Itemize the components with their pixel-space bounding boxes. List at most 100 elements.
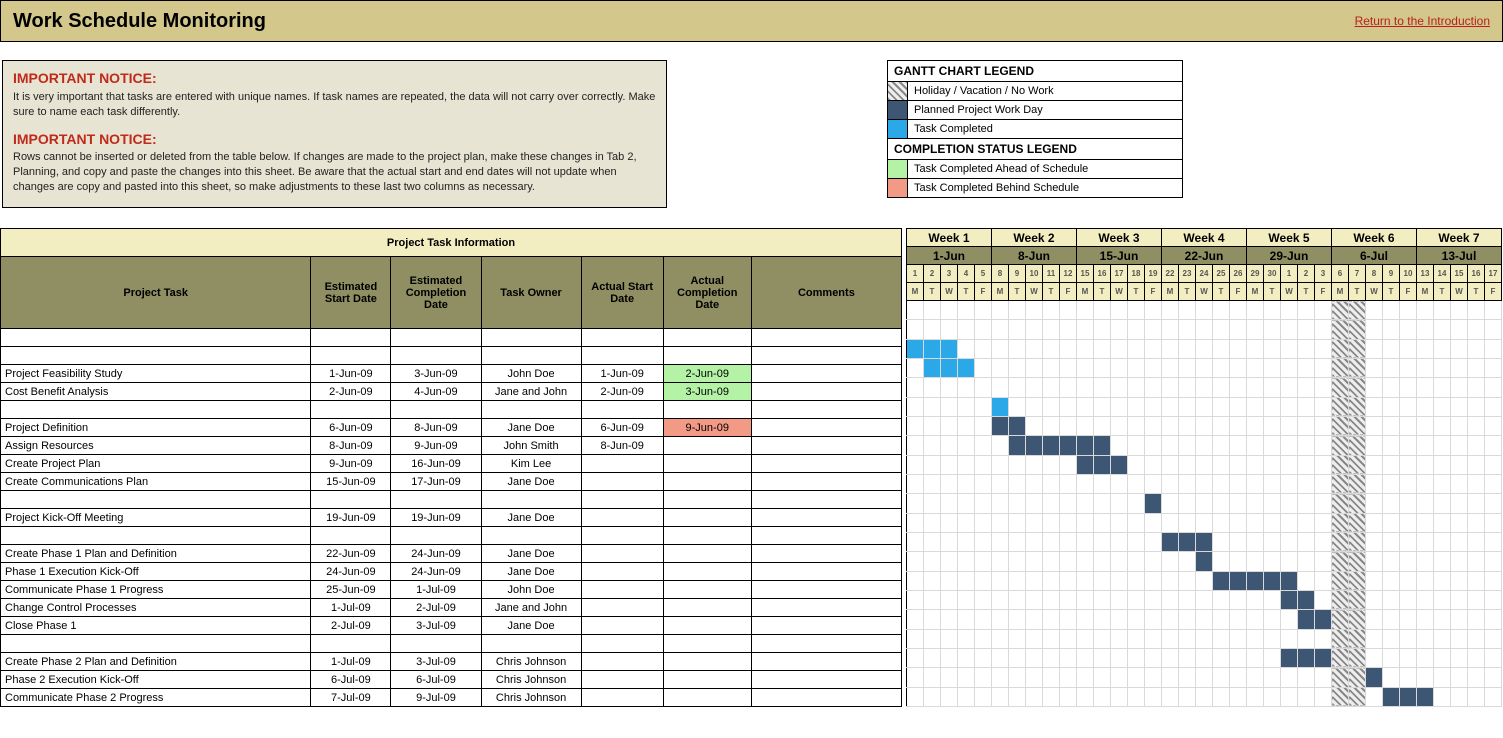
task-cell[interactable]: 2-Jul-09: [311, 617, 391, 635]
task-cell[interactable]: 6-Jun-09: [311, 419, 391, 437]
task-cell[interactable]: 2-Jun-09: [581, 383, 663, 401]
task-cell[interactable]: [751, 599, 901, 617]
task-cell[interactable]: [751, 545, 901, 563]
task-cell[interactable]: [481, 347, 581, 365]
task-cell[interactable]: [751, 383, 901, 401]
task-cell[interactable]: [311, 329, 391, 347]
task-cell[interactable]: [663, 527, 751, 545]
task-cell[interactable]: [663, 635, 751, 653]
task-name-cell[interactable]: Cost Benefit Analysis: [1, 383, 311, 401]
task-cell[interactable]: Jane Doe: [481, 473, 581, 491]
task-cell[interactable]: [751, 455, 901, 473]
return-link[interactable]: Return to the Introduction: [1355, 14, 1490, 28]
task-cell[interactable]: [663, 653, 751, 671]
task-cell[interactable]: [663, 545, 751, 563]
task-cell[interactable]: 2-Jun-09: [663, 365, 751, 383]
task-cell[interactable]: 1-Jun-09: [311, 365, 391, 383]
task-cell[interactable]: [751, 563, 901, 581]
task-name-cell[interactable]: Project Definition: [1, 419, 311, 437]
task-cell[interactable]: 8-Jun-09: [311, 437, 391, 455]
task-cell[interactable]: [751, 671, 901, 689]
task-cell[interactable]: 1-Jul-09: [311, 653, 391, 671]
task-cell[interactable]: 22-Jun-09: [311, 545, 391, 563]
task-name-cell[interactable]: Create Phase 1 Plan and Definition: [1, 545, 311, 563]
task-cell[interactable]: [581, 455, 663, 473]
task-cell[interactable]: [751, 329, 901, 347]
task-cell[interactable]: [581, 635, 663, 653]
task-cell[interactable]: Jane Doe: [481, 509, 581, 527]
task-cell[interactable]: [581, 653, 663, 671]
task-cell[interactable]: 9-Jun-09: [391, 437, 481, 455]
task-name-cell[interactable]: [1, 329, 311, 347]
task-name-cell[interactable]: Project Feasibility Study: [1, 365, 311, 383]
task-cell[interactable]: 3-Jun-09: [391, 365, 481, 383]
task-name-cell[interactable]: Create Project Plan: [1, 455, 311, 473]
task-cell[interactable]: 1-Jul-09: [391, 581, 481, 599]
task-cell[interactable]: [663, 473, 751, 491]
task-name-cell[interactable]: Project Kick-Off Meeting: [1, 509, 311, 527]
task-cell[interactable]: [391, 401, 481, 419]
task-cell[interactable]: [311, 401, 391, 419]
task-cell[interactable]: [663, 347, 751, 365]
task-name-cell[interactable]: [1, 527, 311, 545]
task-cell[interactable]: John Smith: [481, 437, 581, 455]
task-cell[interactable]: [481, 491, 581, 509]
task-cell[interactable]: [751, 509, 901, 527]
task-cell[interactable]: [751, 527, 901, 545]
task-cell[interactable]: [663, 491, 751, 509]
task-cell[interactable]: [751, 347, 901, 365]
task-cell[interactable]: [391, 491, 481, 509]
task-name-cell[interactable]: [1, 401, 311, 419]
task-cell[interactable]: 15-Jun-09: [311, 473, 391, 491]
task-name-cell[interactable]: Communicate Phase 1 Progress: [1, 581, 311, 599]
task-cell[interactable]: [581, 599, 663, 617]
task-cell[interactable]: 1-Jul-09: [311, 599, 391, 617]
task-cell[interactable]: [751, 491, 901, 509]
task-cell[interactable]: 7-Jul-09: [311, 689, 391, 707]
task-cell[interactable]: [391, 635, 481, 653]
task-cell[interactable]: 2-Jul-09: [391, 599, 481, 617]
task-cell[interactable]: [581, 617, 663, 635]
task-cell[interactable]: [751, 437, 901, 455]
task-cell[interactable]: Kim Lee: [481, 455, 581, 473]
task-cell[interactable]: [391, 347, 481, 365]
task-cell[interactable]: [663, 581, 751, 599]
task-cell[interactable]: 8-Jun-09: [391, 419, 481, 437]
task-name-cell[interactable]: Create Communications Plan: [1, 473, 311, 491]
task-cell[interactable]: 25-Jun-09: [311, 581, 391, 599]
task-cell[interactable]: John Doe: [481, 581, 581, 599]
task-cell[interactable]: Chris Johnson: [481, 653, 581, 671]
task-cell[interactable]: 24-Jun-09: [391, 545, 481, 563]
task-cell[interactable]: [311, 491, 391, 509]
task-cell[interactable]: 17-Jun-09: [391, 473, 481, 491]
task-name-cell[interactable]: Create Phase 2 Plan and Definition: [1, 653, 311, 671]
task-cell[interactable]: [581, 545, 663, 563]
task-cell[interactable]: [581, 401, 663, 419]
task-cell[interactable]: [751, 635, 901, 653]
task-cell[interactable]: [663, 671, 751, 689]
task-cell[interactable]: 3-Jul-09: [391, 617, 481, 635]
task-name-cell[interactable]: [1, 347, 311, 365]
task-name-cell[interactable]: Close Phase 1: [1, 617, 311, 635]
task-cell[interactable]: 8-Jun-09: [581, 437, 663, 455]
task-cell[interactable]: [751, 581, 901, 599]
task-cell[interactable]: 3-Jun-09: [663, 383, 751, 401]
task-cell[interactable]: [481, 635, 581, 653]
task-cell[interactable]: [581, 563, 663, 581]
task-cell[interactable]: Jane Doe: [481, 617, 581, 635]
task-cell[interactable]: [663, 401, 751, 419]
task-cell[interactable]: 9-Jul-09: [391, 689, 481, 707]
task-name-cell[interactable]: Phase 2 Execution Kick-Off: [1, 671, 311, 689]
task-cell[interactable]: [581, 347, 663, 365]
task-cell[interactable]: [581, 671, 663, 689]
task-cell[interactable]: [663, 437, 751, 455]
task-cell[interactable]: [481, 329, 581, 347]
task-cell[interactable]: [581, 689, 663, 707]
task-cell[interactable]: [581, 509, 663, 527]
task-cell[interactable]: 16-Jun-09: [391, 455, 481, 473]
task-cell[interactable]: [663, 563, 751, 581]
task-cell[interactable]: 19-Jun-09: [391, 509, 481, 527]
task-cell[interactable]: [311, 527, 391, 545]
task-cell[interactable]: [751, 365, 901, 383]
task-name-cell[interactable]: [1, 491, 311, 509]
